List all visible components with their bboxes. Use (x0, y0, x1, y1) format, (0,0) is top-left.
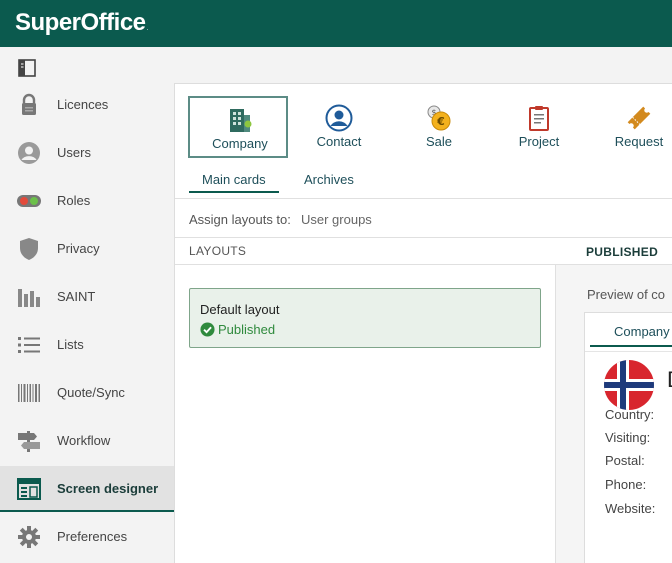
sidebar-item-label: Quote/Sync (57, 385, 125, 400)
sidebar-item-roles[interactable]: Roles (0, 178, 174, 224)
sidebar-item-label: Privacy (57, 241, 100, 256)
bar-chart-icon (16, 284, 42, 310)
sidebar-item-screen-designer[interactable]: Screen designer (0, 466, 174, 512)
layout-status-text: Published (218, 322, 276, 337)
sale-coins-icon: $ € (425, 104, 453, 132)
company-name-preview: D (667, 367, 672, 393)
assign-layouts-label: Assign layouts to: (189, 212, 291, 227)
user-icon (16, 140, 42, 166)
content-top-gap (174, 47, 672, 83)
sidebar-item-quote-sync[interactable]: Quote/Sync (0, 370, 174, 416)
norway-flag-icon (604, 360, 654, 410)
sidebar-item-saint[interactable]: SAINT (0, 274, 174, 320)
gear-icon (16, 524, 42, 550)
barcode-icon (16, 380, 42, 406)
company-building-icon (226, 106, 254, 134)
sidebar-item-label: Licences (57, 97, 109, 112)
assign-layouts-select[interactable]: User groups (301, 212, 372, 227)
layout-name: Default layout (200, 302, 280, 317)
sidebar-item-label: Screen designer (57, 481, 159, 496)
contact-person-icon (325, 104, 353, 132)
preview-separator (585, 351, 672, 352)
lock-icon (16, 92, 42, 118)
preview-tab-company[interactable]: Company (590, 321, 672, 347)
field-website-label: Website: (605, 501, 656, 516)
preview-panel: Preview of co Company D Country: I Visit… (556, 265, 672, 563)
entity-sale[interactable]: $ € Sale (389, 96, 489, 158)
preview-label: Preview of co (587, 287, 666, 302)
sidebar-item-label: SAINT (57, 289, 96, 304)
field-country-label: Country: (605, 407, 655, 422)
published-column-header: PUBLISHED (586, 245, 659, 259)
signpost-icon (16, 428, 42, 454)
entity-label: Contact (316, 134, 362, 149)
entity-label: Sale (425, 134, 453, 149)
sidebar-item-label: Preferences (57, 529, 128, 544)
list-icon (16, 332, 42, 358)
sidebar-item-label: Roles (57, 193, 91, 208)
sidebar-item-label: Users (57, 145, 91, 160)
sidebar-item-licences[interactable]: Licences (0, 82, 174, 128)
tab-archives[interactable]: Archives (304, 172, 354, 187)
layout-status: Published (200, 322, 275, 337)
entity-label: Company (212, 136, 268, 151)
field-phone-label: Phone: (605, 477, 647, 492)
tab-main-cards[interactable]: Main cards (189, 172, 279, 193)
layouts-column-header: LAYOUTS (189, 244, 247, 258)
sidebar-item-privacy[interactable]: Privacy (0, 226, 174, 272)
entity-contact[interactable]: Contact (289, 96, 389, 158)
entity-company[interactable]: Company (188, 96, 288, 158)
request-ticket-icon (625, 104, 653, 132)
preview-card: Company D Country: I Visiting: Postal: I… (584, 312, 672, 563)
layout-card-default[interactable]: Default layout Published (189, 288, 541, 348)
sidebar-item-users[interactable]: Users (0, 130, 174, 176)
entity-label: Project (518, 134, 560, 149)
field-visiting-label: Visiting: (605, 430, 651, 445)
sidebar-item-label: Workflow (57, 433, 111, 448)
superoffice-logo[interactable]: SuperOffice. (15, 9, 148, 37)
entity-project[interactable]: Project (489, 96, 589, 158)
entity-label: Request (614, 134, 664, 149)
screen-designer-icon (16, 476, 42, 502)
sidebar-collapse-icon[interactable] (17, 58, 37, 78)
field-postal-label: Postal: (605, 453, 645, 468)
roles-toggle-icon (16, 188, 42, 214)
sidebar: Licences Users Roles Privacy SAINT Lists (0, 47, 174, 563)
screen-designer-panel: Company Contact $ € Sale Project Request … (174, 83, 672, 563)
svg-text:€: € (436, 115, 445, 128)
shield-icon (16, 236, 42, 262)
sidebar-item-preferences[interactable]: Preferences (0, 514, 174, 560)
check-circle-icon (200, 322, 215, 337)
sidebar-item-label: Lists (57, 337, 84, 352)
project-clipboard-icon (525, 104, 553, 132)
top-bar: SuperOffice. (0, 0, 672, 47)
assign-layouts-row: Assign layouts to: User groups (175, 198, 672, 238)
entity-request[interactable]: Request (589, 96, 672, 158)
sidebar-item-workflow[interactable]: Workflow (0, 418, 174, 464)
sidebar-item-lists[interactable]: Lists (0, 322, 174, 368)
